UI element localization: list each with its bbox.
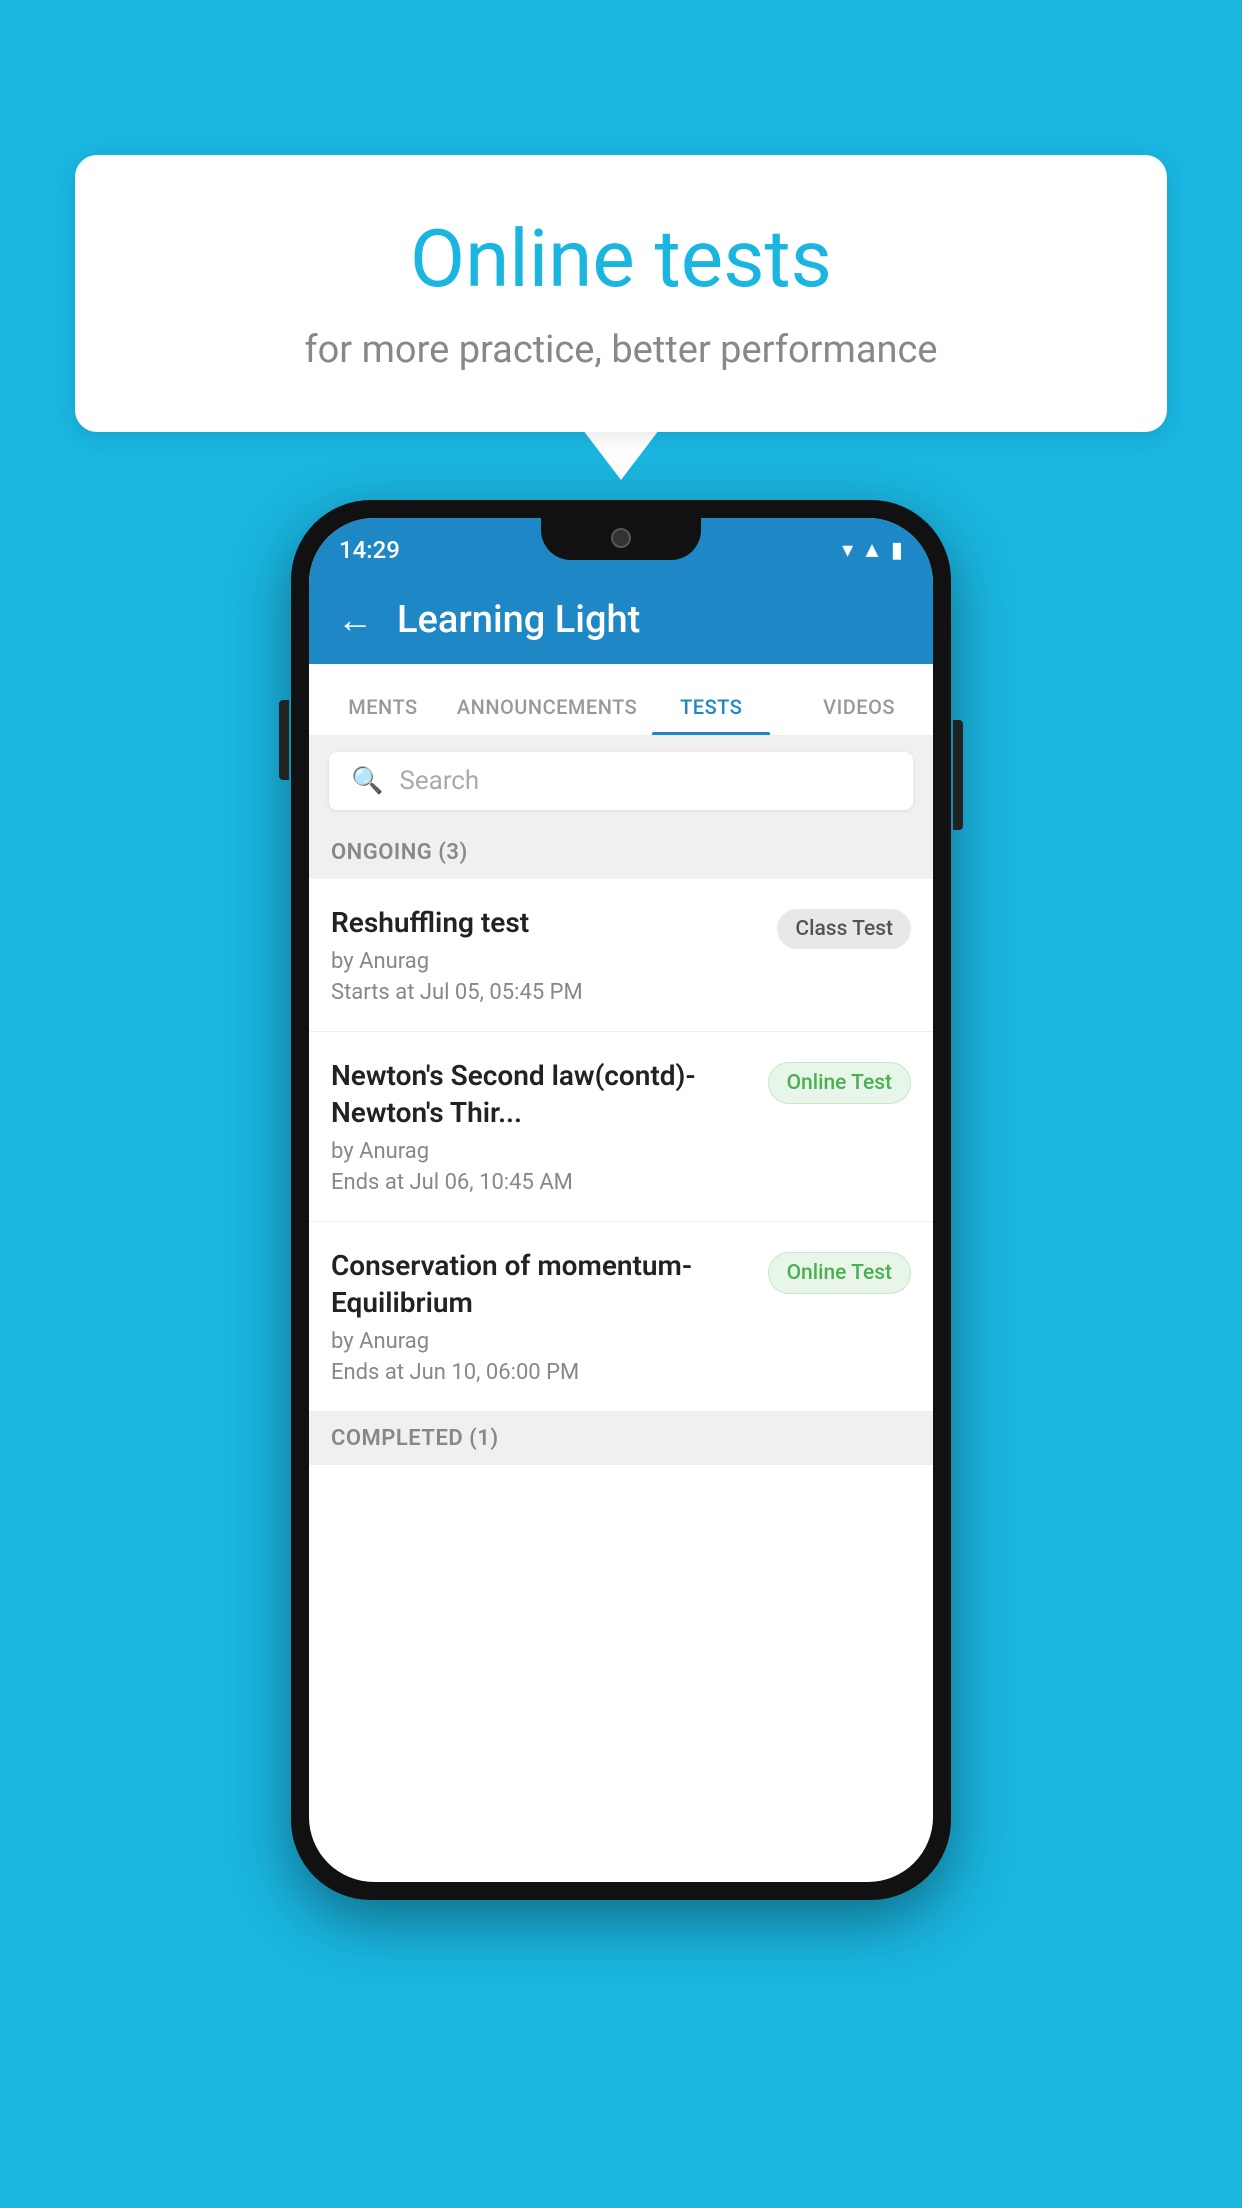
phone-inner: 14:29 ▾ ▲ ▮ ← Learning Light MENTS ANNOU… bbox=[309, 518, 933, 1882]
tab-ments[interactable]: MENTS bbox=[309, 695, 457, 735]
test-info-2: Newton's Second law(contd)-Newton's Thir… bbox=[331, 1058, 752, 1195]
test-list: Reshuffling test by Anurag Starts at Jul… bbox=[309, 879, 933, 1412]
wifi-icon: ▾ bbox=[842, 538, 853, 563]
search-placeholder: Search bbox=[399, 766, 479, 796]
test-item-3[interactable]: Conservation of momentum-Equilibrium by … bbox=[309, 1222, 933, 1412]
search-input[interactable]: 🔍 Search bbox=[329, 752, 913, 810]
test-time-1: Starts at Jul 05, 05:45 PM bbox=[331, 980, 761, 1005]
speech-bubble: Online tests for more practice, better p… bbox=[75, 155, 1167, 432]
test-time-3: Ends at Jun 10, 06:00 PM bbox=[331, 1360, 752, 1385]
completed-section-header: COMPLETED (1) bbox=[309, 1412, 933, 1465]
test-badge-3: Online Test bbox=[768, 1252, 911, 1294]
phone-notch bbox=[541, 518, 701, 560]
app-title: Learning Light bbox=[397, 598, 640, 642]
tab-videos[interactable]: VIDEOS bbox=[785, 695, 933, 735]
phone-outer: 14:29 ▾ ▲ ▮ ← Learning Light MENTS ANNOU… bbox=[291, 500, 951, 1900]
speech-bubble-subtitle: for more practice, better performance bbox=[155, 328, 1087, 372]
speech-bubble-arrow bbox=[583, 430, 659, 480]
test-time-2: Ends at Jul 06, 10:45 AM bbox=[331, 1170, 752, 1195]
status-time: 14:29 bbox=[339, 536, 400, 564]
speech-bubble-title: Online tests bbox=[155, 215, 1087, 303]
test-name-2: Newton's Second law(contd)-Newton's Thir… bbox=[331, 1058, 752, 1131]
tab-tests[interactable]: TESTS bbox=[637, 695, 785, 735]
battery-icon: ▮ bbox=[891, 538, 903, 563]
status-icons: ▾ ▲ ▮ bbox=[842, 537, 903, 563]
speech-bubble-container: Online tests for more practice, better p… bbox=[75, 155, 1167, 480]
search-container: 🔍 Search bbox=[309, 736, 933, 826]
test-item-1[interactable]: Reshuffling test by Anurag Starts at Jul… bbox=[309, 879, 933, 1032]
app-header: ← Learning Light bbox=[309, 576, 933, 664]
signal-icon: ▲ bbox=[861, 537, 883, 563]
tab-announcements[interactable]: ANNOUNCEMENTS bbox=[457, 695, 637, 735]
test-name-3: Conservation of momentum-Equilibrium bbox=[331, 1248, 752, 1321]
test-info-1: Reshuffling test by Anurag Starts at Jul… bbox=[331, 905, 761, 1005]
test-name-1: Reshuffling test bbox=[331, 905, 761, 941]
tab-bar: MENTS ANNOUNCEMENTS TESTS VIDEOS bbox=[309, 664, 933, 736]
test-by-1: by Anurag bbox=[331, 949, 761, 974]
test-badge-2: Online Test bbox=[768, 1062, 911, 1104]
completed-section-title: COMPLETED (1) bbox=[331, 1426, 499, 1451]
test-by-2: by Anurag bbox=[331, 1139, 752, 1164]
test-by-3: by Anurag bbox=[331, 1329, 752, 1354]
test-badge-1: Class Test bbox=[777, 909, 911, 949]
test-item-2[interactable]: Newton's Second law(contd)-Newton's Thir… bbox=[309, 1032, 933, 1222]
camera-notch bbox=[611, 528, 631, 548]
ongoing-section-header: ONGOING (3) bbox=[309, 826, 933, 879]
phone-mockup: 14:29 ▾ ▲ ▮ ← Learning Light MENTS ANNOU… bbox=[291, 500, 951, 1900]
back-button[interactable]: ← bbox=[337, 599, 373, 641]
ongoing-section-title: ONGOING (3) bbox=[331, 840, 468, 865]
search-icon: 🔍 bbox=[351, 766, 383, 796]
test-info-3: Conservation of momentum-Equilibrium by … bbox=[331, 1248, 752, 1385]
